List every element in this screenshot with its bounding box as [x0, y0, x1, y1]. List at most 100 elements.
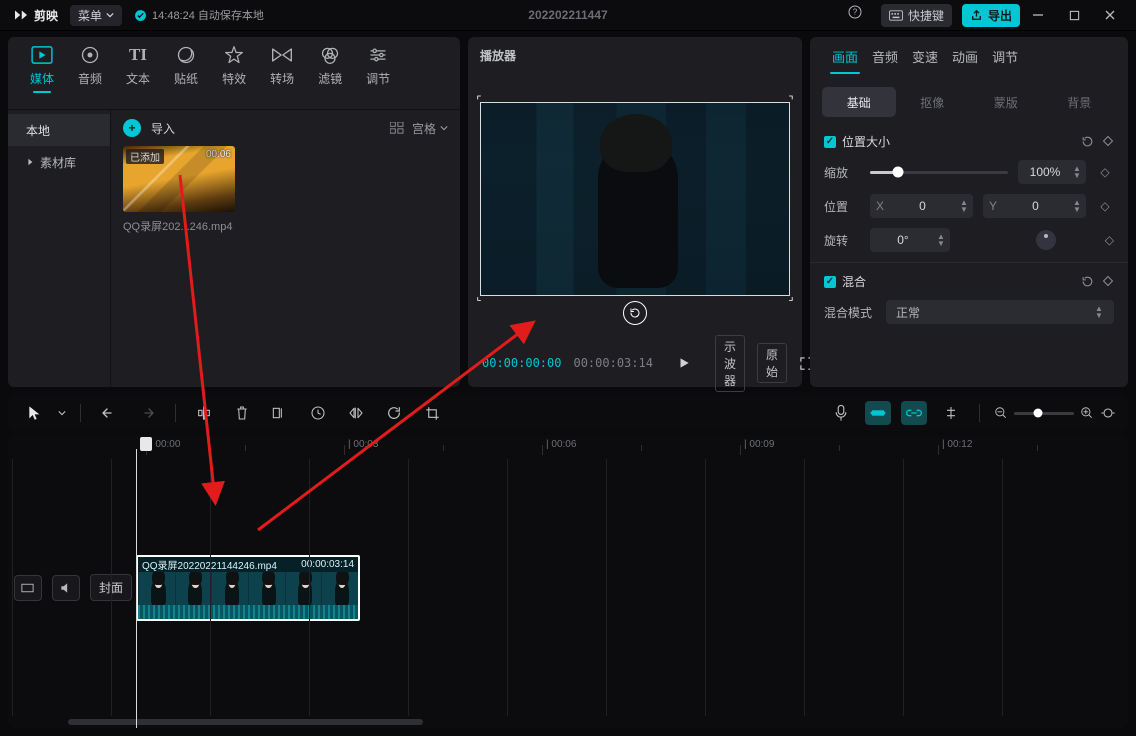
- tab-effects[interactable]: 特效: [222, 43, 246, 87]
- delete-button[interactable]: [228, 399, 256, 427]
- maximize-button[interactable]: [1056, 0, 1092, 30]
- tab-text[interactable]: TI 文本: [126, 43, 150, 87]
- mirror-button[interactable]: [342, 399, 370, 427]
- speaker-icon: [59, 581, 73, 595]
- reset-button[interactable]: [1081, 275, 1094, 288]
- import-add-button[interactable]: +: [123, 119, 141, 137]
- import-label[interactable]: 导入: [151, 120, 175, 137]
- scale-keyframe[interactable]: ◇: [1096, 165, 1114, 179]
- position-x-input[interactable]: X 0 ▲▼: [870, 194, 973, 218]
- rotate-wheel[interactable]: [1036, 230, 1056, 250]
- transform-handle-tr[interactable]: ⌝: [785, 95, 797, 107]
- media-library-panel: 媒体 音频 TI 文本 贴纸 特效: [8, 37, 460, 387]
- crop-left-button[interactable]: [266, 399, 294, 427]
- zoom-slider[interactable]: [1014, 412, 1074, 415]
- player-viewport[interactable]: ⌜ ⌝ ⌞ ⌟: [480, 69, 790, 329]
- tab-animation[interactable]: 动画: [948, 45, 982, 72]
- sort-mode-dropdown[interactable]: 宫格: [412, 120, 448, 137]
- subtab-basic[interactable]: 基础: [822, 87, 896, 117]
- subtab-cutout[interactable]: 抠像: [896, 87, 970, 117]
- transform-handle-bl[interactable]: ⌞: [473, 291, 485, 303]
- help-button[interactable]: ?: [839, 4, 871, 26]
- menu-dropdown[interactable]: 菜单: [70, 5, 122, 26]
- spinner-icon[interactable]: ▲▼: [957, 199, 971, 213]
- timeline-clip[interactable]: QQ录屏20220221144246.mp4 00:00:03:14: [136, 555, 360, 621]
- timeline-ruler[interactable]: | 00:00| 00:03| 00:06| 00:09| 00:12| 00:…: [18, 435, 1128, 459]
- zoom-fit-button[interactable]: [1100, 406, 1116, 420]
- transform-handle-br[interactable]: ⌟: [785, 291, 797, 303]
- tab-transition[interactable]: 转场: [270, 43, 294, 87]
- playhead[interactable]: [140, 437, 152, 451]
- tab-adjust[interactable]: 调节: [366, 43, 390, 87]
- transform-handle-tl[interactable]: ⌜: [473, 95, 485, 107]
- tab-filter[interactable]: 滤镜: [318, 43, 342, 87]
- scale-input[interactable]: 100% ▲▼: [1018, 160, 1086, 184]
- rotate-handle[interactable]: [623, 301, 647, 325]
- tab-picture[interactable]: 画面: [828, 45, 862, 72]
- section-blend: ✓ 混合: [824, 273, 1114, 290]
- player-canvas[interactable]: ⌜ ⌝ ⌞ ⌟: [480, 102, 790, 296]
- spinner-icon[interactable]: ▲▼: [1070, 199, 1084, 213]
- horizontal-scrollbar[interactable]: [68, 719, 1112, 725]
- crop-button[interactable]: [418, 399, 446, 427]
- split-tool[interactable]: [190, 399, 218, 427]
- magnet-main-button[interactable]: [865, 401, 891, 425]
- snap-button[interactable]: [937, 399, 965, 427]
- track-visibility-button[interactable]: [14, 575, 42, 601]
- shortcuts-button[interactable]: 快捷键: [881, 4, 952, 27]
- scale-slider[interactable]: [870, 171, 1008, 174]
- reset-button[interactable]: [1081, 135, 1094, 148]
- sidebar-item-local[interactable]: 本地: [8, 114, 110, 146]
- shortcuts-label: 快捷键: [908, 7, 944, 24]
- tab-media[interactable]: 媒体: [30, 43, 54, 87]
- zoom-in-button[interactable]: [1080, 406, 1094, 420]
- media-thumbnail[interactable]: 已添加 00:06 QQ录屏202...246.mp4: [123, 146, 235, 234]
- snap-icon: [943, 405, 959, 421]
- export-button[interactable]: 导出: [962, 4, 1020, 27]
- keyframe-button[interactable]: [1102, 135, 1114, 148]
- spinner-icon[interactable]: ▲▼: [934, 233, 948, 247]
- keyframe-button[interactable]: [1102, 275, 1114, 288]
- tab-speed[interactable]: 变速: [908, 45, 942, 72]
- sidebar-item-stock[interactable]: 素材库: [8, 146, 110, 178]
- section-check-icon[interactable]: ✓: [824, 136, 836, 148]
- rotate-button[interactable]: [380, 399, 408, 427]
- tab-sticker[interactable]: 贴纸: [174, 43, 198, 87]
- spinner-icon[interactable]: ▲▼: [1092, 305, 1106, 319]
- original-button[interactable]: 原始: [757, 343, 787, 383]
- track-mute-button[interactable]: [52, 575, 80, 601]
- media-thumbnail-image: 已添加 00:06: [123, 146, 235, 212]
- playhead-line[interactable]: [136, 449, 137, 728]
- spinner-icon[interactable]: ▲▼: [1070, 165, 1084, 179]
- mic-button[interactable]: [827, 399, 855, 427]
- sort-grid-icon[interactable]: [390, 122, 404, 134]
- track-area[interactable]: QQ录屏20220221144246.mp4 00:00:03:14: [132, 459, 1128, 716]
- position-keyframe[interactable]: ◇: [1096, 199, 1114, 213]
- undo-button[interactable]: [95, 399, 123, 427]
- blend-mode-select[interactable]: 正常 ▲▼: [886, 300, 1114, 324]
- close-button[interactable]: [1092, 0, 1128, 30]
- oscilloscope-button[interactable]: 示波器: [715, 335, 745, 392]
- chevron-down-icon[interactable]: [58, 409, 66, 417]
- tab-audio[interactable]: 音频: [78, 43, 102, 87]
- play-button[interactable]: [677, 356, 691, 370]
- adjust-icon: [366, 43, 390, 67]
- library-content: + 导入 宫格 已添加: [111, 110, 460, 387]
- reset-icon: [1081, 275, 1094, 288]
- layers-icon: [20, 582, 35, 594]
- position-y-input[interactable]: Y 0 ▲▼: [983, 194, 1086, 218]
- link-track-button[interactable]: [901, 401, 927, 425]
- rotate-input[interactable]: 0° ▲▼: [870, 228, 950, 252]
- subtab-mask[interactable]: 蒙版: [969, 87, 1043, 117]
- pointer-tool[interactable]: [20, 399, 48, 427]
- subtab-background[interactable]: 背景: [1043, 87, 1117, 117]
- rotate-keyframe[interactable]: ◇: [1066, 233, 1114, 247]
- speed-button[interactable]: [304, 399, 332, 427]
- redo-button[interactable]: [133, 399, 161, 427]
- tab-insp-audio[interactable]: 音频: [868, 45, 902, 72]
- zoom-out-button[interactable]: [994, 406, 1008, 420]
- tab-insp-adjust[interactable]: 调节: [988, 45, 1022, 72]
- player-title: 播放器: [480, 47, 790, 69]
- section-check-icon[interactable]: ✓: [824, 276, 836, 288]
- minimize-button[interactable]: [1020, 0, 1056, 30]
